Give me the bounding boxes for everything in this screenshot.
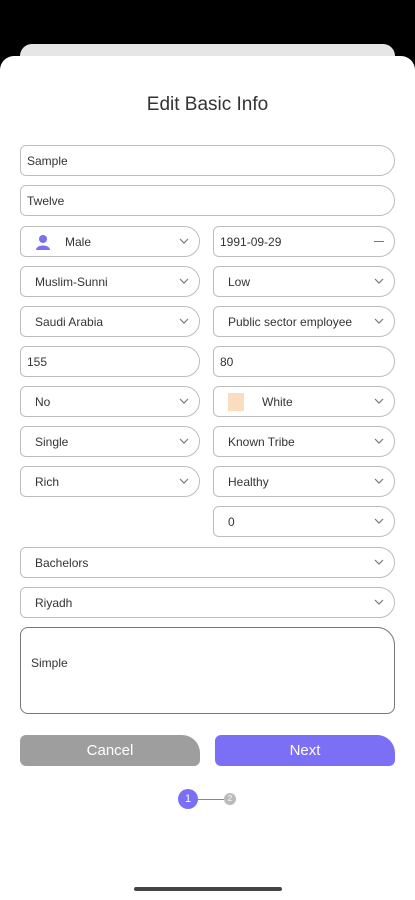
step-1: 1 [178, 789, 198, 809]
step-connector [198, 799, 224, 800]
health-value: Healthy [228, 474, 269, 489]
option-select[interactable]: No [20, 386, 200, 417]
financial-status-value: Rich [35, 474, 60, 489]
birth-date-field[interactable]: 1991-09-29 [213, 226, 395, 257]
first-name-field[interactable]: Sample [20, 145, 395, 176]
children-value: 0 [228, 514, 235, 529]
gender-value: Male [65, 234, 92, 249]
chevron-down-icon [179, 478, 189, 484]
skin-color-swatch [228, 392, 244, 411]
step-2: 2 [224, 793, 236, 805]
religion-value: Muslim-Sunni [35, 274, 108, 289]
next-button-label: Next [289, 742, 321, 759]
skin-color-select[interactable]: White [213, 386, 395, 417]
country-value: Saudi Arabia [35, 314, 104, 329]
education-select[interactable]: Bachelors [20, 547, 395, 578]
occupation-value: Public sector employee [228, 314, 353, 329]
skin-color-value: White [262, 394, 293, 409]
financial-status-select[interactable]: Rich [20, 466, 200, 497]
religion-select[interactable]: Muslim-Sunni [20, 266, 200, 297]
cancel-button-label: Cancel [86, 742, 134, 759]
occupation-select[interactable]: Public sector employee [213, 306, 395, 337]
height-field[interactable]: 155 [20, 346, 200, 377]
chevron-down-icon [179, 438, 189, 444]
chevron-down-icon [374, 478, 384, 484]
children-select[interactable]: 0 [213, 506, 395, 537]
weight-value: 80 [220, 354, 234, 369]
health-select[interactable]: Healthy [213, 466, 395, 497]
cancel-button[interactable]: Cancel [20, 735, 200, 766]
last-name-field[interactable]: Twelve [20, 185, 395, 216]
bio-textarea[interactable]: Simple [20, 627, 395, 714]
education-value: Bachelors [35, 555, 89, 570]
level-select[interactable]: Low [213, 266, 395, 297]
chevron-down-icon [179, 398, 189, 404]
gender-select[interactable]: Male [20, 226, 200, 257]
chevron-down-icon [374, 398, 384, 404]
chevron-down-icon [374, 278, 384, 284]
chevron-down-icon [374, 599, 384, 605]
tribe-select[interactable]: Known Tribe [213, 426, 395, 457]
marital-status-select[interactable]: Single [20, 426, 200, 457]
level-value: Low [228, 274, 251, 289]
country-select[interactable]: Saudi Arabia [20, 306, 200, 337]
step-indicator: 1 2 [178, 789, 242, 811]
first-name-value: Sample [27, 153, 68, 168]
next-button[interactable]: Next [215, 735, 395, 766]
chevron-down-icon [179, 278, 189, 284]
city-value: Riyadh [35, 595, 73, 610]
marital-status-value: Single [35, 434, 69, 449]
bio-value: Simple [31, 656, 68, 670]
birth-date-value: 1991-09-29 [220, 234, 282, 249]
chevron-down-icon [374, 438, 384, 444]
home-indicator[interactable] [134, 887, 282, 891]
person-icon [36, 234, 50, 250]
option-value: No [35, 394, 51, 409]
chevron-down-icon [374, 559, 384, 565]
weight-field[interactable]: 80 [213, 346, 395, 377]
last-name-value: Twelve [27, 193, 65, 208]
edit-basic-info-sheet: Edit Basic Info Sample Twelve Male 1991-… [0, 56, 415, 900]
chevron-down-icon [179, 238, 189, 244]
chevron-down-icon [374, 518, 384, 524]
height-value: 155 [27, 354, 48, 369]
tribe-value: Known Tribe [228, 434, 295, 449]
city-select[interactable]: Riyadh [20, 587, 395, 618]
dash-icon [374, 241, 384, 242]
chevron-down-icon [179, 318, 189, 324]
chevron-down-icon [374, 318, 384, 324]
page-title: Edit Basic Info [146, 94, 269, 115]
